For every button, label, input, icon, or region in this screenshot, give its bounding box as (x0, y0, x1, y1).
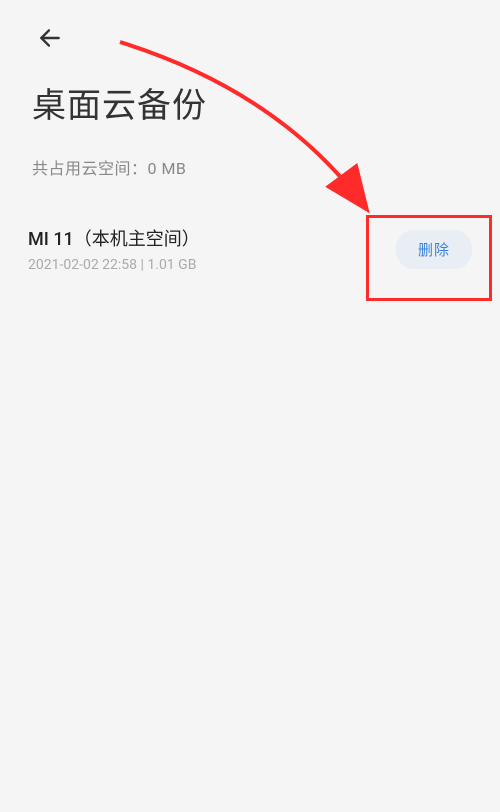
backup-list-item: MI 11（本机主空间） 2021-02-02 22:58 | 1.01 GB … (24, 221, 476, 277)
cloud-usage-summary: 共占用云空间：0 MB (0, 127, 500, 179)
back-button[interactable] (30, 20, 70, 60)
delete-button[interactable]: 删除 (396, 230, 472, 269)
back-arrow-icon (37, 25, 63, 55)
backup-item-text: MI 11（本机主空间） 2021-02-02 22:58 | 1.01 GB (28, 225, 200, 273)
backup-meta: 2021-02-02 22:58 | 1.01 GB (28, 257, 200, 273)
backup-device-name: MI 11（本机主空间） (28, 225, 200, 251)
backup-list: MI 11（本机主空间） 2021-02-02 22:58 | 1.01 GB … (0, 221, 500, 277)
page-title: 桌面云备份 (32, 78, 470, 127)
